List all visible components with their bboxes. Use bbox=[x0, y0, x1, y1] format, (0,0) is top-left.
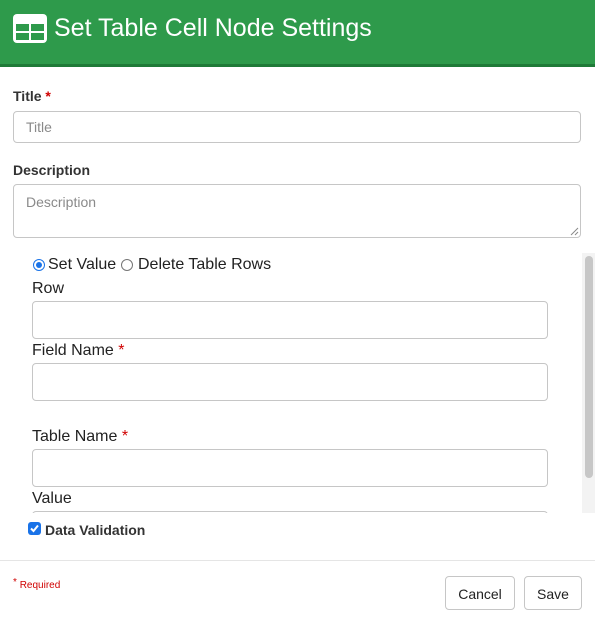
required-note-asterisk: * bbox=[13, 577, 17, 588]
delete-table-rows-radio-label[interactable]: Delete Table Rows bbox=[138, 256, 271, 274]
row-input[interactable] bbox=[32, 301, 548, 339]
table-name-label: Table Name * bbox=[32, 428, 128, 446]
data-validation-label[interactable]: Data Validation bbox=[45, 522, 145, 538]
required-asterisk: * bbox=[118, 342, 125, 359]
panel-scrollbar-thumb[interactable] bbox=[585, 256, 593, 478]
field-name-label-text: Field Name bbox=[32, 342, 114, 359]
required-asterisk: * bbox=[45, 88, 51, 104]
data-validation-checkbox[interactable] bbox=[28, 522, 41, 535]
description-textarea[interactable] bbox=[13, 184, 581, 238]
delete-table-rows-radio[interactable] bbox=[121, 259, 133, 271]
field-name-label: Field Name * bbox=[32, 342, 125, 360]
value-label: Value bbox=[32, 490, 72, 507]
required-note: * Required bbox=[13, 577, 61, 591]
row-label: Row bbox=[32, 280, 65, 297]
description-label: Description bbox=[13, 162, 91, 178]
cancel-button[interactable]: Cancel bbox=[445, 576, 515, 610]
dialog-header: Set Table Cell Node Settings bbox=[0, 0, 595, 67]
table-icon bbox=[13, 14, 47, 43]
table-name-input[interactable] bbox=[32, 449, 548, 487]
title-label: Title * bbox=[13, 88, 51, 104]
resize-handle-icon[interactable] bbox=[570, 227, 579, 236]
node-settings-panel: Set Value Delete Table Rows Row Field Na… bbox=[13, 253, 595, 513]
field-name-input[interactable] bbox=[32, 363, 548, 401]
dialog-title: Set Table Cell Node Settings bbox=[54, 14, 372, 42]
value-input[interactable] bbox=[32, 511, 548, 513]
checkmark-icon bbox=[30, 524, 39, 533]
required-note-text: Required bbox=[19, 580, 61, 591]
set-value-radio-label[interactable]: Set Value bbox=[48, 256, 116, 274]
set-value-radio[interactable] bbox=[33, 259, 45, 271]
title-label-text: Title bbox=[13, 88, 42, 104]
title-input[interactable] bbox=[13, 111, 581, 143]
save-button[interactable]: Save bbox=[524, 576, 582, 610]
table-name-label-text: Table Name bbox=[32, 428, 118, 445]
footer-divider bbox=[0, 560, 595, 561]
required-asterisk: * bbox=[121, 428, 129, 445]
